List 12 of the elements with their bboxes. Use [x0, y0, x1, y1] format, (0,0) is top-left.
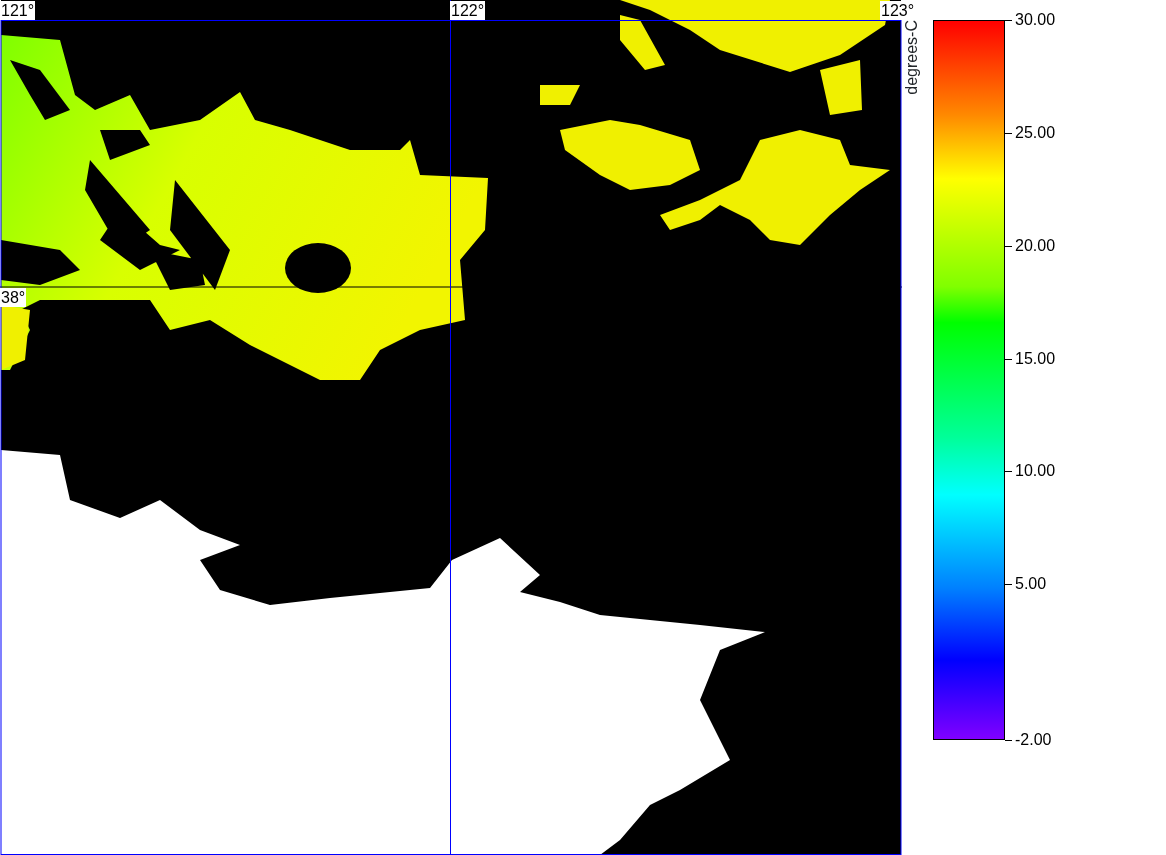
scale-tick-label: -2.00	[1015, 730, 1052, 750]
colorbar-label: degrees-C	[902, 20, 921, 95]
scale-tick-label: 25.00	[1015, 123, 1056, 144]
scale-tick-label: 15.00	[1015, 349, 1056, 370]
longitude-label: 123°	[880, 1, 916, 20]
latitude-label: 38°	[0, 288, 27, 307]
longitude-label: 121°	[0, 1, 36, 20]
scale-tick-label: 30.00	[1015, 10, 1056, 30]
scale-tick-label: 10.00	[1015, 461, 1056, 482]
scale-tick-label: 20.00	[1015, 236, 1056, 257]
scale-tick-label: 5.00	[1015, 574, 1047, 595]
longitude-label: 122°	[450, 1, 486, 20]
